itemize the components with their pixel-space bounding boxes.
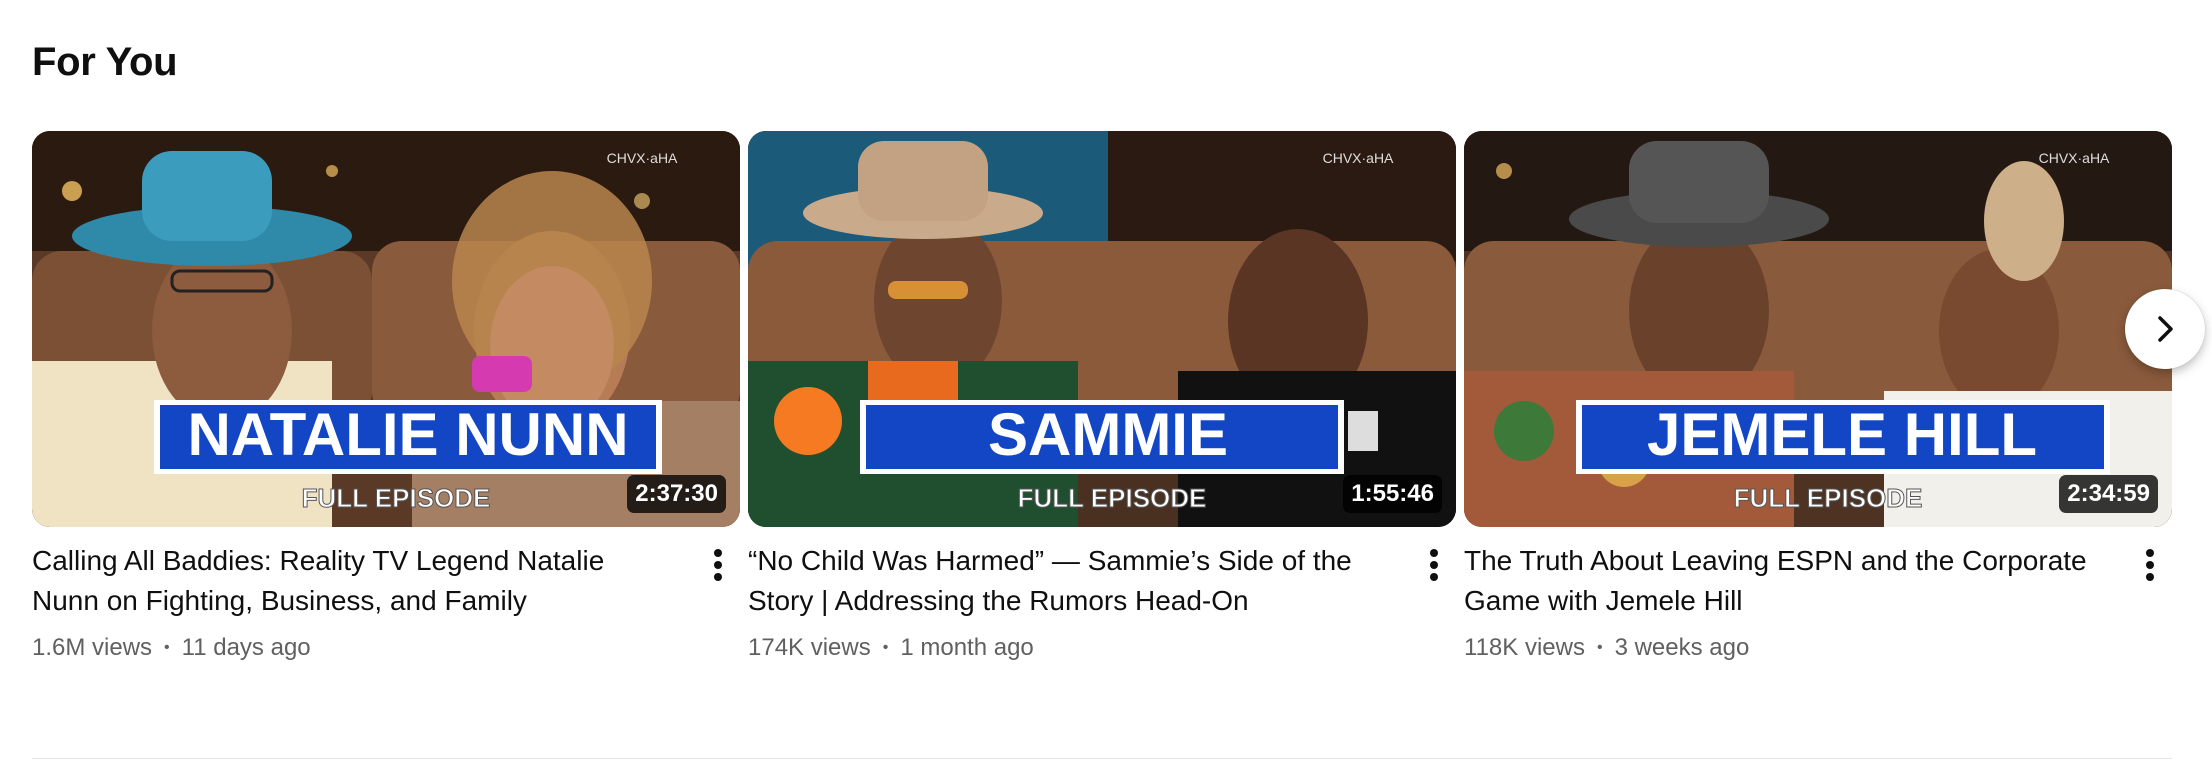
video-title[interactable]: Calling All Baddies: Reality TV Legend N… (32, 541, 672, 621)
video-thumbnail[interactable]: JEMELE HILL FULL EPISODE CHVX·aHA 2:34:5… (1464, 131, 2172, 527)
duration-badge: 1:55:46 (1343, 475, 1442, 513)
video-card[interactable]: NATALIE NUNN FULL EPISODE CHVX·aHA 2:37:… (32, 131, 740, 661)
meta-separator: • (1596, 639, 1603, 656)
video-card[interactable]: SAMMIE FULL EPISODE CHVX·aHA 1:55:46 “No… (748, 131, 1456, 661)
banner-text: JEMELE HILL (1647, 401, 2037, 468)
episode-tag: FULL EPISODE (1734, 483, 1923, 513)
more-vertical-icon (1430, 549, 1438, 581)
more-actions-button[interactable] (700, 545, 736, 585)
video-thumbnail[interactable]: SAMMIE FULL EPISODE CHVX·aHA 1:55:46 (748, 131, 1456, 527)
section-title: For You (32, 40, 178, 84)
for-you-section: For You NATALIE NUNN FULL EPISODE CHVX·a… (0, 0, 2212, 760)
chevron-right-icon (2158, 316, 2173, 342)
video-meta: 1.6M views • 11 days ago (32, 631, 740, 665)
banner-text: NATALIE NUNN (187, 401, 628, 468)
duration-badge: 2:34:59 (2059, 475, 2158, 513)
section-divider (32, 758, 2172, 759)
svg-text:CHVX·aHA: CHVX·aHA (607, 150, 678, 166)
upload-age: 1 month ago (900, 634, 1034, 661)
more-vertical-icon (2146, 549, 2154, 581)
next-page-button[interactable] (2125, 289, 2205, 369)
upload-age: 11 days ago (181, 634, 311, 661)
svg-text:CHVX·aHA: CHVX·aHA (1323, 150, 1394, 166)
view-count: 118K views (1464, 634, 1585, 661)
duration-badge: 2:37:30 (627, 475, 726, 513)
video-details: “No Child Was Harmed” — Sammie’s Side of… (748, 527, 1456, 665)
thumbnail-image: SAMMIE FULL EPISODE CHVX·aHA (748, 131, 1456, 527)
video-thumbnail[interactable]: NATALIE NUNN FULL EPISODE CHVX·aHA 2:37:… (32, 131, 740, 527)
upload-age: 3 weeks ago (1614, 634, 1750, 661)
meta-separator: • (882, 639, 889, 656)
video-shelf: NATALIE NUNN FULL EPISODE CHVX·aHA 2:37:… (32, 131, 2172, 661)
episode-tag: FULL EPISODE (302, 483, 491, 513)
video-details: Calling All Baddies: Reality TV Legend N… (32, 527, 740, 665)
video-meta: 118K views • 3 weeks ago (1464, 631, 2172, 665)
video-card[interactable]: JEMELE HILL FULL EPISODE CHVX·aHA 2:34:5… (1464, 131, 2172, 661)
video-meta: 174K views • 1 month ago (748, 631, 1456, 665)
banner-text: SAMMIE (988, 401, 1228, 468)
more-actions-button[interactable] (2132, 545, 2168, 585)
video-title[interactable]: The Truth About Leaving ESPN and the Cor… (1464, 541, 2104, 621)
view-count: 1.6M views (32, 634, 153, 661)
more-actions-button[interactable] (1416, 545, 1452, 585)
video-title[interactable]: “No Child Was Harmed” — Sammie’s Side of… (748, 541, 1388, 621)
episode-tag: FULL EPISODE (1018, 483, 1207, 513)
video-details: The Truth About Leaving ESPN and the Cor… (1464, 527, 2172, 665)
view-count: 174K views (748, 634, 871, 661)
meta-separator: • (164, 639, 170, 656)
thumbnail-image: NATALIE NUNN FULL EPISODE CHVX·aHA (32, 131, 740, 527)
svg-text:CHVX·aHA: CHVX·aHA (2039, 150, 2110, 166)
thumbnail-image: JEMELE HILL FULL EPISODE CHVX·aHA (1464, 131, 2172, 527)
more-vertical-icon (714, 549, 722, 581)
